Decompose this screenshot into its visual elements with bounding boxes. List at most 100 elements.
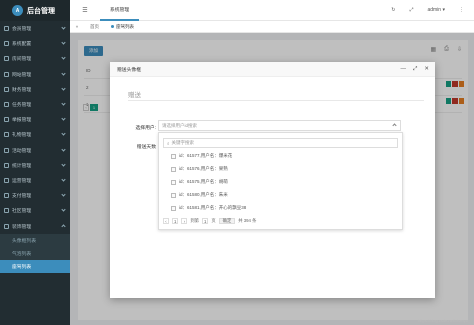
menu-icon <box>4 223 9 229</box>
top-bar: ☰ 系统管理 ↻ ⤢ admin ▾ ⋮ <box>70 0 474 21</box>
chevron-down-icon <box>61 131 66 136</box>
sidebar-item-finance[interactable]: 财务管理 <box>0 82 70 97</box>
menu-icon <box>4 41 9 47</box>
sidebar-subitem-mounts[interactable]: 座驾列表 <box>0 259 70 273</box>
pager-goto-input[interactable]: 1 <box>201 218 209 224</box>
sidebar-item-decorations[interactable]: 装饰管理 <box>0 218 70 233</box>
more-icon[interactable]: ⋮ <box>459 7 464 13</box>
user-select[interactable]: 请选择用户id搜索 <box>158 120 401 131</box>
sidebar-item-payments[interactable]: 支付管理 <box>0 188 70 203</box>
watermark: https://blog.csdn.net/chenyo <box>418 318 468 323</box>
dropdown-option[interactable]: id：61575,用户名：胡萌 <box>171 177 228 187</box>
pager-go-button[interactable]: 确定 <box>218 218 236 224</box>
dropdown-pager: ‹ 1 › 到第 1 页 确定 共 394 条 <box>163 218 256 224</box>
menu-icon <box>4 71 9 77</box>
pager-total: 共 394 条 <box>238 218 257 223</box>
menu-icon <box>4 26 9 32</box>
sidebar-item-tasks[interactable]: 任务管理 <box>0 97 70 112</box>
pager-page-input[interactable]: 1 <box>172 218 179 224</box>
pager-to-prefix: 到第 <box>190 218 199 223</box>
sidebar-item-operations[interactable]: 运营管理 <box>0 173 70 188</box>
sidebar-item-community[interactable]: 社区管理 <box>0 203 70 218</box>
dropdown-option[interactable]: id：61581,用户名：开心的飘豆38 <box>171 203 246 213</box>
sidebar-item-label: 房间管理 <box>12 57 32 63</box>
sidebar-item-label: 财务管理 <box>12 87 32 93</box>
sidebar-item-label: 会员管理 <box>12 27 32 33</box>
pager-next-button[interactable]: › <box>181 218 188 224</box>
sidebar-item-website[interactable]: 网站管理 <box>0 67 70 82</box>
sidebar-item-system-config[interactable]: 系统配置 <box>0 36 70 51</box>
user-select-placeholder: 请选择用户id搜索 <box>162 122 198 128</box>
logo: A 后台管理 <box>0 0 70 21</box>
sidebar-item-label: 网站管理 <box>12 72 32 78</box>
days-label: 赠送天数 <box>136 145 156 150</box>
sidebar-item-label: 系统配置 <box>12 42 32 48</box>
chevron-down-icon <box>61 25 66 30</box>
sidebar-item-rooms[interactable]: 房间管理 <box>0 51 70 66</box>
menu-icon <box>4 117 9 123</box>
user-select-label: 选择用户: <box>135 126 156 131</box>
logo-icon: A <box>12 5 23 16</box>
chevron-up-icon <box>392 123 397 128</box>
sidebar-item-reports[interactable]: 举报管理 <box>0 112 70 127</box>
option-label: id：61581,用户名：开心的飘豆38 <box>179 205 247 210</box>
sidebar: A 后台管理 会员管理 系统配置 房间管理 网站管理 财务管理 任务管理 举报管… <box>0 0 70 325</box>
menu-icon <box>4 56 9 62</box>
chevron-down-icon <box>61 101 66 106</box>
menu-icon <box>4 193 9 199</box>
fullscreen-icon[interactable]: ⤢ <box>409 7 413 13</box>
checkbox[interactable] <box>171 153 176 159</box>
sidebar-item-members[interactable]: 会员管理 <box>0 21 70 36</box>
active-dot-icon <box>111 25 114 28</box>
sidebar-subitem-bubbles[interactable]: 气泡列表 <box>0 247 70 260</box>
user-menu[interactable]: admin ▾ <box>427 7 445 13</box>
chevron-down-icon <box>61 177 66 182</box>
dialog-controls: — ⤢ ✕ <box>400 66 435 73</box>
menu-toggle-icon[interactable]: ☰ <box>70 7 100 14</box>
sidebar-item-label: 统计管理 <box>12 163 32 169</box>
dropdown-search-input[interactable]: ⌕ 关键字搜索 <box>163 138 398 148</box>
sidebar-subitem-avatar-frames[interactable]: 头像框列表 <box>0 234 70 247</box>
top-right-tools: ↻ ⤢ admin ▾ ⋮ <box>391 7 474 13</box>
pager-prev-button[interactable]: ‹ <box>163 218 169 224</box>
sidebar-item-label: 运营管理 <box>12 178 32 184</box>
section-divider <box>128 100 424 101</box>
option-label: id：61576,用户名：果熟 <box>179 166 228 171</box>
sidebar-item-gifts[interactable]: 礼物管理 <box>0 127 70 142</box>
tab-mounts[interactable]: 座驾列表 <box>105 21 140 33</box>
sidebar-submenu: 头像框列表 气泡列表 座驾列表 <box>0 233 70 273</box>
chevron-down-icon <box>61 55 66 60</box>
refresh-icon[interactable]: ↻ <box>391 7 395 13</box>
tabs-scroll-left-icon[interactable]: « <box>70 24 84 29</box>
checkbox[interactable] <box>171 179 176 185</box>
dialog-body: 赠送 选择用户: 请选择用户id搜索 赠送天数 ⌕ 关键字搜索 id：61577… <box>110 77 435 298</box>
sidebar-item-activities[interactable]: 活动管理 <box>0 143 70 158</box>
gift-frame-dialog: 赠送头像框 — ⤢ ✕ 赠送 选择用户: 请选择用户id搜索 赠送天数 ⌕ 关键… <box>110 62 435 298</box>
close-icon[interactable]: ✕ <box>424 66 429 73</box>
checkbox[interactable] <box>171 166 176 172</box>
chevron-down-icon <box>61 162 66 167</box>
sidebar-item-label: 社区管理 <box>12 209 32 215</box>
menu-icon <box>4 86 9 92</box>
sidebar-menu: 会员管理 系统配置 房间管理 网站管理 财务管理 任务管理 举报管理 礼物管理 … <box>0 21 70 234</box>
menu-icon <box>4 162 9 168</box>
sidebar-item-statistics[interactable]: 统计管理 <box>0 158 70 173</box>
sidebar-item-label: 举报管理 <box>12 118 32 124</box>
checkbox[interactable] <box>171 205 176 211</box>
tab-home[interactable]: 首页 <box>84 21 105 33</box>
chevron-down-icon <box>61 70 66 76</box>
search-icon: ⌕ <box>167 140 170 146</box>
top-tab-system[interactable]: 系统管理 <box>100 0 140 21</box>
chevron-down-icon <box>61 207 66 212</box>
maximize-icon[interactable]: ⤢ <box>413 66 417 73</box>
dropdown-option[interactable]: id：61580,用户名：朱米 <box>171 190 228 200</box>
dropdown-option[interactable]: id：61576,用户名：果熟 <box>171 164 228 174</box>
minimize-icon[interactable]: — <box>400 66 406 73</box>
dropdown-option[interactable]: id：61577,用户名：爆米花 <box>171 151 232 161</box>
menu-icon <box>4 132 9 138</box>
menu-icon <box>4 147 9 153</box>
chevron-down-icon <box>61 192 66 197</box>
chevron-up-icon <box>61 224 66 230</box>
sidebar-item-label: 活动管理 <box>12 148 32 154</box>
checkbox[interactable] <box>171 192 176 198</box>
